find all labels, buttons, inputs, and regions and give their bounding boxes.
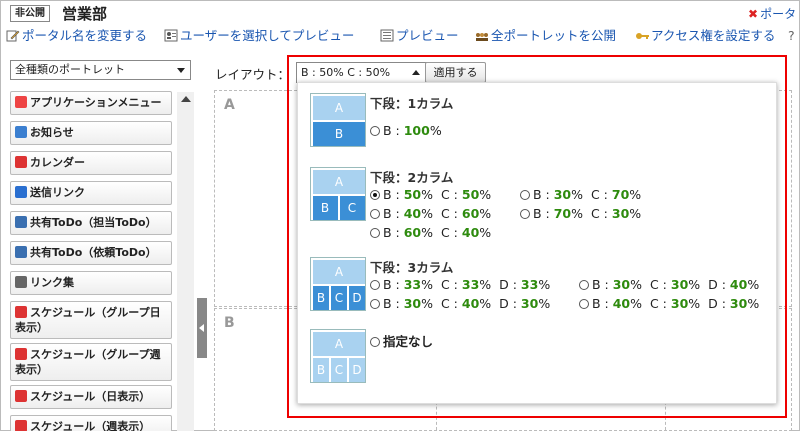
- portlet-item[interactable]: 送信リンク: [10, 181, 172, 205]
- portlet-item-label: スケジュール（日表示）: [30, 390, 151, 403]
- portlet-item-label: お知らせ: [30, 126, 74, 139]
- portlet-item[interactable]: お知らせ: [10, 121, 172, 145]
- info-icon: [15, 126, 27, 138]
- portlet-item[interactable]: スケジュール（グループ週表示）: [10, 343, 172, 381]
- portlet-item-label: 共有ToDo（担当ToDo）: [30, 216, 157, 229]
- preview-link[interactable]: プレビュー: [380, 26, 459, 46]
- portlet-item-label: リンク集: [30, 276, 74, 289]
- portlet-item[interactable]: スケジュール（週表示）: [10, 415, 172, 431]
- link-icon: [15, 276, 27, 288]
- portlet-item-label: カレンダー: [30, 156, 85, 169]
- portlet-type-value: 全種類のポートレット: [15, 63, 125, 76]
- globe-icon: [15, 246, 27, 258]
- calendar-icon: [15, 390, 27, 402]
- key-icon: [636, 33, 649, 39]
- preview-as-user-link[interactable]: ユーザーを選択してプレビュー: [164, 26, 354, 46]
- portlet-item[interactable]: 共有ToDo（担当ToDo）: [10, 211, 172, 235]
- portlet-item-label: スケジュール（グループ週表示）: [15, 348, 161, 376]
- preview-as-user-label: ユーザーを選択してプレビュー: [180, 28, 355, 43]
- access-rights-link[interactable]: アクセス権を設定する: [635, 26, 775, 46]
- portlet-type-select[interactable]: 全種類のポートレット: [10, 60, 191, 80]
- users-icon: [476, 33, 488, 41]
- close-icon: ✖: [748, 7, 759, 21]
- private-badge: 非公開: [10, 5, 50, 22]
- calendar-icon: [15, 156, 27, 168]
- header: 非公開 営業部 ✖ ポータ: [0, 0, 800, 26]
- portlet-item[interactable]: スケジュール（グループ日表示）: [10, 301, 172, 339]
- apps-icon: [15, 96, 27, 108]
- highlight-box: [287, 55, 787, 418]
- layout-label: レイアウト：: [215, 67, 291, 82]
- publish-all-label: 全ポートレットを公開: [491, 28, 617, 43]
- portlet-item-label: 送信リンク: [30, 186, 85, 199]
- zone-b-label: B: [224, 315, 235, 331]
- portlet-list: アプリケーションメニュー お知らせカレンダー送信リンク共有ToDo（担当ToDo）…: [10, 89, 176, 431]
- portlet-item[interactable]: リンク集: [10, 271, 172, 295]
- help-icon[interactable]: ?: [788, 26, 795, 46]
- publish-all-link[interactable]: 全ポートレットを公開: [475, 26, 616, 46]
- portlet-item[interactable]: アプリケーションメニュー: [10, 91, 172, 115]
- rename-label: ポータル名を変更する: [22, 28, 148, 43]
- calendar-icon: [15, 420, 27, 431]
- portlet-item-label: アプリケーションメニュー: [30, 96, 162, 109]
- portlet-item[interactable]: スケジュール（日表示）: [10, 385, 172, 409]
- close-portal-link[interactable]: ✖ ポータ: [748, 5, 796, 22]
- preview-icon: [380, 29, 394, 42]
- portlet-sidebar: 全種類のポートレット アプリケーションメニュー お知らせカレンダー送信リンク共有T…: [0, 52, 210, 431]
- scroll-up-icon[interactable]: [181, 96, 191, 102]
- access-rights-label: アクセス権を設定する: [651, 28, 776, 43]
- calendar-icon: [15, 348, 27, 360]
- edit-icon: [6, 30, 20, 42]
- portlet-item[interactable]: 共有ToDo（依頼ToDo）: [10, 241, 172, 265]
- rename-portal-link[interactable]: ポータル名を変更する: [6, 26, 147, 46]
- zone-a-label: A: [224, 97, 235, 113]
- portlet-item-label: 共有ToDo（依頼ToDo）: [30, 246, 157, 259]
- close-label: ポータ: [760, 7, 797, 21]
- chevron-left-icon: [199, 324, 204, 332]
- portlet-list-scrollbar[interactable]: [177, 92, 194, 431]
- arrow-icon: [15, 186, 27, 198]
- toolbar: ポータル名を変更する ユーザーを選択してプレビュー プレビュー 全ポートレットを…: [0, 26, 800, 46]
- globe-icon: [15, 216, 27, 228]
- sidebar-collapse-handle[interactable]: [197, 298, 207, 358]
- portlet-item[interactable]: カレンダー: [10, 151, 172, 175]
- portlet-item-label: スケジュール（週表示）: [30, 420, 151, 431]
- page-title: 営業部: [62, 5, 108, 23]
- preview-label: プレビュー: [396, 28, 459, 43]
- portlet-item-label: スケジュール（グループ日表示）: [15, 306, 161, 334]
- chevron-down-icon: [177, 68, 185, 73]
- calendar-icon: [15, 306, 27, 318]
- user-preview-icon: [164, 29, 178, 42]
